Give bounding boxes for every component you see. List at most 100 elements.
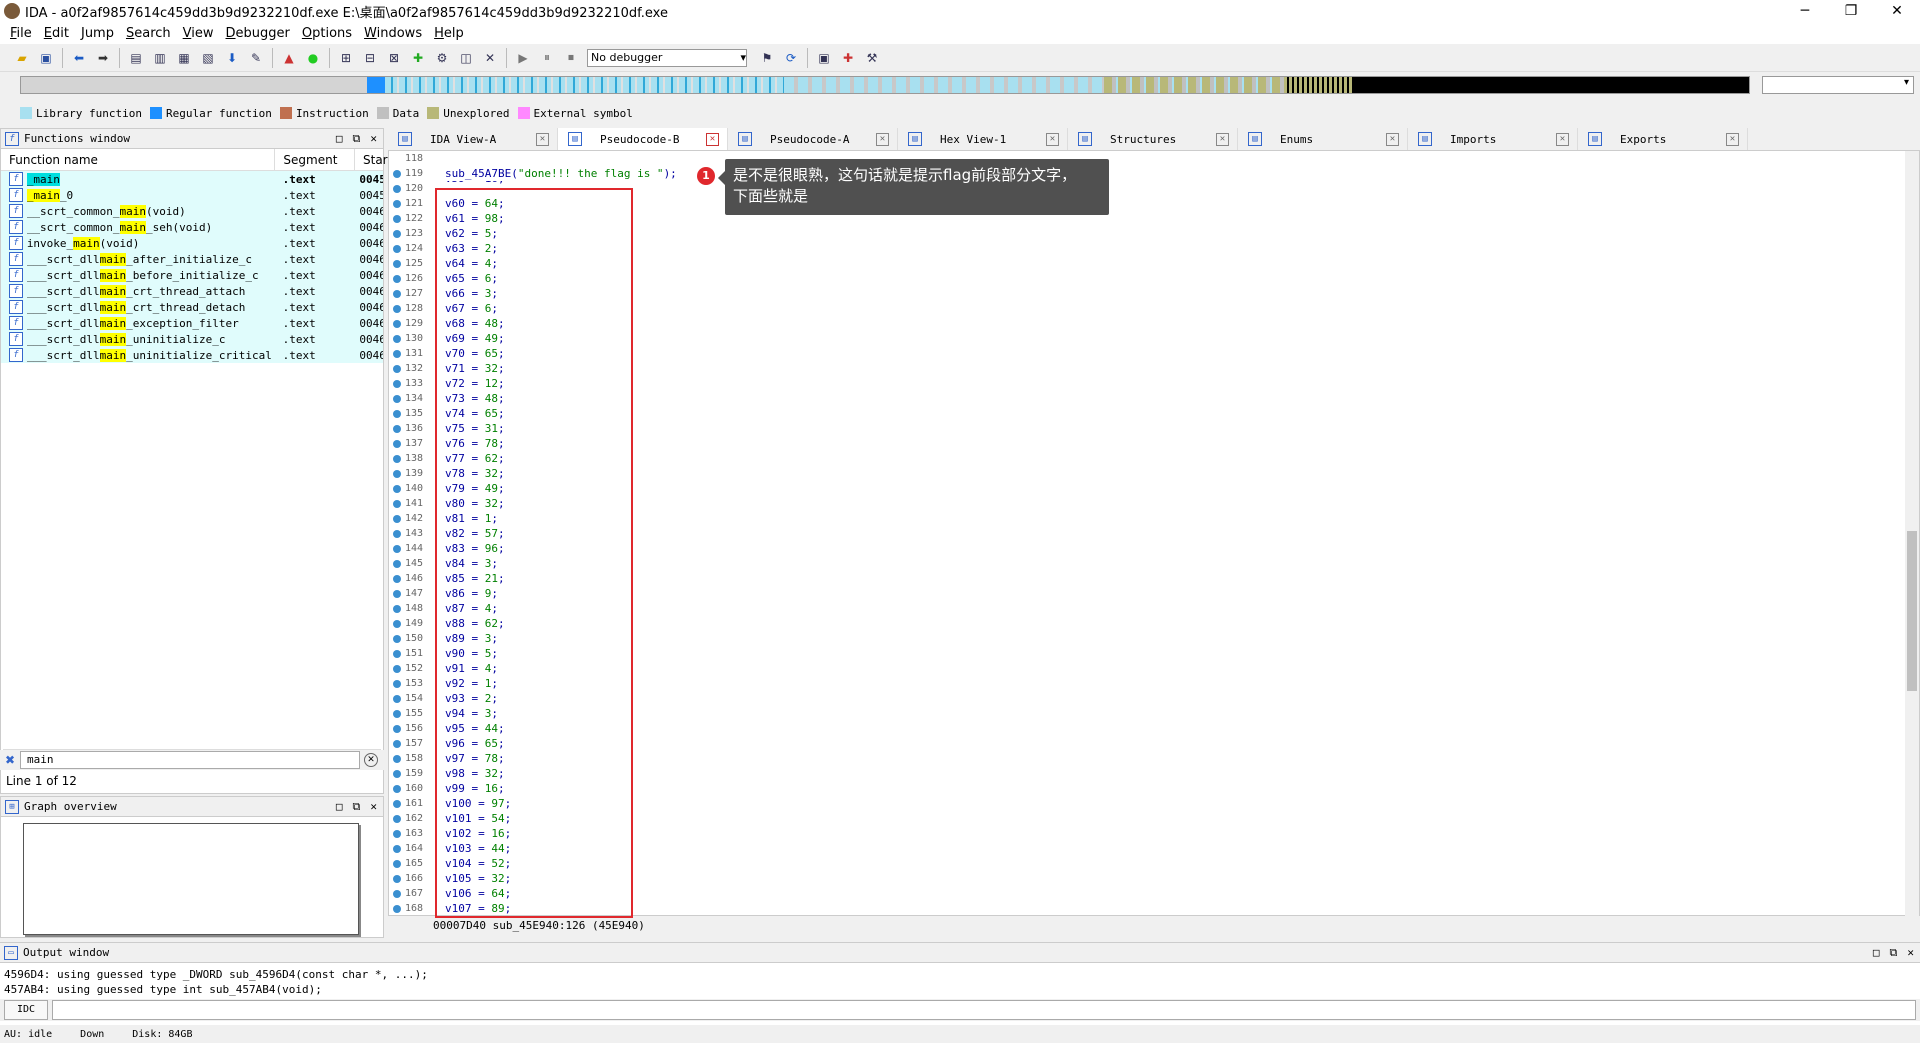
- script-icon[interactable]: ▣: [815, 49, 833, 67]
- breakpoint-dot-icon[interactable]: [393, 619, 401, 628]
- tab-close-icon[interactable]: ✕: [1386, 132, 1399, 146]
- breakpoint-dot-icon[interactable]: [393, 574, 401, 583]
- function-filter-input[interactable]: main: [20, 751, 360, 769]
- code-line[interactable]: v103 = 44;: [445, 841, 677, 856]
- breakpoint-dot-icon[interactable]: [393, 334, 401, 343]
- code-line[interactable]: v87 = 4;: [445, 601, 677, 616]
- code-line[interactable]: v90 = 5;: [445, 646, 677, 661]
- breakpoint-dot-icon[interactable]: [393, 679, 401, 688]
- code-line[interactable]: v75 = 31;: [445, 421, 677, 436]
- panel-float-icon[interactable]: ⧉: [353, 800, 361, 814]
- code-line[interactable]: v74 = 65;: [445, 406, 677, 421]
- column-segment[interactable]: Segment: [275, 149, 355, 170]
- tab-close-icon[interactable]: ✕: [876, 132, 889, 146]
- code-line[interactable]: v96 = 65;: [445, 736, 677, 751]
- breakpoint-dot-icon[interactable]: [393, 529, 401, 538]
- breakpoint-dot-icon[interactable]: [393, 469, 401, 478]
- code-line[interactable]: v82 = 57;: [445, 526, 677, 541]
- navband-select[interactable]: ▾: [1762, 76, 1914, 94]
- breakpoint-dot-icon[interactable]: [393, 844, 401, 853]
- panel-maximize-icon[interactable]: □: [336, 132, 343, 146]
- breakpoint-dot-icon[interactable]: [393, 379, 401, 388]
- code-line[interactable]: v84 = 3;: [445, 556, 677, 571]
- breakpoint-dot-icon[interactable]: [393, 439, 401, 448]
- panel-maximize-icon[interactable]: □: [336, 800, 343, 814]
- breakpoint-dot-icon[interactable]: [393, 874, 401, 883]
- code-line[interactable]: v62 = 5;: [445, 226, 677, 241]
- idc-button[interactable]: IDC: [4, 1000, 48, 1020]
- code-line[interactable]: v64 = 4;: [445, 256, 677, 271]
- plugin-icon[interactable]: ✚: [839, 49, 857, 67]
- breakpoint-dot-icon[interactable]: [393, 229, 401, 238]
- panel-close-icon[interactable]: ✕: [370, 132, 377, 146]
- code-line[interactable]: v67 = 6;: [445, 301, 677, 316]
- proximity-icon[interactable]: ⊟: [361, 49, 379, 67]
- code-line[interactable]: v93 = 2;: [445, 691, 677, 706]
- code-line[interactable]: v79 = 49;: [445, 481, 677, 496]
- code-line[interactable]: v61 = 98;: [445, 211, 677, 226]
- breakpoint-dot-icon[interactable]: [393, 694, 401, 703]
- breakpoint-dot-icon[interactable]: [393, 199, 401, 208]
- breakpoint-dot-icon[interactable]: [393, 664, 401, 673]
- column-function-name[interactable]: Function name: [1, 149, 276, 170]
- command-input[interactable]: [52, 1000, 1916, 1020]
- code-line[interactable]: v101 = 54;: [445, 811, 677, 826]
- breakpoint-dot-icon[interactable]: [393, 155, 401, 163]
- play-icon[interactable]: ▶: [514, 49, 532, 67]
- tab-close-icon[interactable]: ✕: [536, 132, 549, 146]
- code-line[interactable]: v104 = 52;: [445, 856, 677, 871]
- pause-icon[interactable]: ⏸: [538, 49, 556, 67]
- breakpoint-dot-icon[interactable]: [393, 484, 401, 493]
- function-row[interactable]: f __scrt_common_main_seh(void) .text 0046: [1, 219, 383, 235]
- function-row[interactable]: f __scrt_common_main(void) .text 0046: [1, 203, 383, 219]
- function-row[interactable]: f _main_0 .text 0045: [1, 187, 383, 203]
- code-lines[interactable]: sub_45A7BE("done!!! the flag is ");v59 =…: [445, 151, 677, 916]
- graph-overview-canvas[interactable]: [23, 823, 359, 935]
- tab-pseudocode-a[interactable]: ▤ Pseudocode-A ✕: [728, 128, 898, 150]
- code-line[interactable]: v69 = 49;: [445, 331, 677, 346]
- breakpoint-dot-icon[interactable]: [393, 394, 401, 403]
- tab-hex-view-1[interactable]: ▤ Hex View-1 ✕: [898, 128, 1068, 150]
- menu-file[interactable]: File: [4, 26, 38, 41]
- code-line[interactable]: v73 = 48;: [445, 391, 677, 406]
- menu-jump[interactable]: Jump: [75, 26, 120, 41]
- breakpoint-dot-icon[interactable]: [393, 739, 401, 748]
- breakpoint-dot-icon[interactable]: [393, 709, 401, 718]
- menu-view[interactable]: View: [177, 26, 220, 41]
- tab-imports[interactable]: ▤ Imports ✕: [1408, 128, 1578, 150]
- breakpoint-dot-icon[interactable]: [393, 424, 401, 433]
- pseudocode-view[interactable]: 118 119 120 121 122 123 124 125 126 127 128 129 130 1…: [388, 150, 1920, 932]
- forward-arrow-icon[interactable]: ➡: [94, 49, 112, 67]
- code-line[interactable]: v83 = 96;: [445, 541, 677, 556]
- breakpoint-dot-icon[interactable]: [393, 814, 401, 823]
- breakpoint-dot-icon[interactable]: [393, 364, 401, 373]
- call-graph-icon[interactable]: ✚: [409, 49, 427, 67]
- tab-close-icon[interactable]: ✕: [1216, 132, 1229, 146]
- menu-options[interactable]: Options: [296, 26, 358, 41]
- menu-debugger[interactable]: Debugger: [220, 26, 296, 41]
- tab-ida-view-a[interactable]: ▤ IDA View-A ✕: [388, 128, 558, 150]
- breakpoint-dot-icon[interactable]: [393, 289, 401, 298]
- code-line[interactable]: sub_45A7BE("done!!! the flag is ");: [445, 166, 677, 181]
- code-line[interactable]: v92 = 1;: [445, 676, 677, 691]
- maximize-button[interactable]: ❐: [1828, 0, 1874, 22]
- panel-close-icon[interactable]: ✕: [1907, 946, 1914, 960]
- code-line[interactable]: v107 = 89;: [445, 901, 677, 916]
- breakpoint-dot-icon[interactable]: [393, 859, 401, 868]
- panel-close-icon[interactable]: ✕: [370, 800, 377, 814]
- breakpoint-dot-icon[interactable]: [393, 514, 401, 523]
- breakpoint-dot-icon[interactable]: [393, 634, 401, 643]
- code-line[interactable]: v100 = 97;: [445, 796, 677, 811]
- code-line[interactable]: v63 = 2;: [445, 241, 677, 256]
- function-row[interactable]: f ___scrt_dllmain_crt_thread_detach .text 0…: [1, 299, 383, 315]
- code-line[interactable]: v102 = 16;: [445, 826, 677, 841]
- tab-close-icon[interactable]: ✕: [1046, 132, 1059, 146]
- back-arrow-icon[interactable]: ⬅: [70, 49, 88, 67]
- code-line[interactable]: v95 = 44;: [445, 721, 677, 736]
- breakpoint-dot-icon[interactable]: [393, 244, 401, 253]
- debugger-options-icon[interactable]: ⚑: [758, 49, 776, 67]
- code-line[interactable]: v68 = 48;: [445, 316, 677, 331]
- list-functions-icon[interactable]: ▥: [151, 49, 169, 67]
- attach-process-icon[interactable]: ⟳: [782, 49, 800, 67]
- flowchart-icon[interactable]: ⊠: [385, 49, 403, 67]
